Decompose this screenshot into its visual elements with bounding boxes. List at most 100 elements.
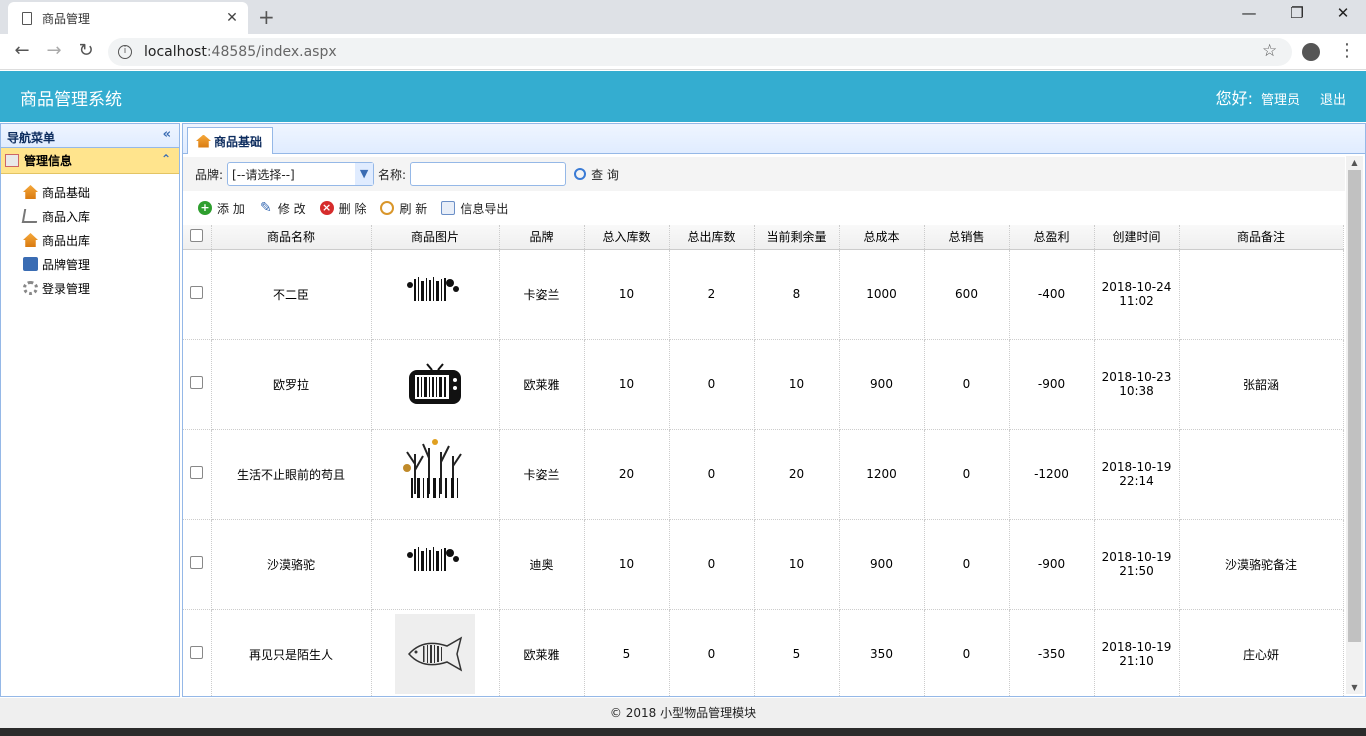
column-header[interactable]: 总盈利 [1009,225,1095,250]
column-header[interactable]: 总出库数 [669,225,755,250]
calendar-icon [5,154,19,167]
created-time: 11:02 [1119,294,1154,308]
column-header[interactable]: 总销售 [924,225,1010,250]
created-time: 10:38 [1119,384,1154,398]
in-cell: 10 [584,249,670,340]
home-icon [196,134,211,148]
info-icon[interactable]: i [118,45,132,59]
remain-cell: 10 [754,339,840,430]
row-checkbox[interactable] [190,466,204,479]
search-icon [574,168,587,180]
url-text: localhost:48585/index.aspx [144,44,337,60]
column-header[interactable]: 总成本 [839,225,925,250]
bookmark-star-icon[interactable]: ☆ [1262,41,1277,61]
brand-select[interactable]: [--请选择--] ▼ [227,162,375,186]
table-row[interactable]: 再见只是陌生人 欧莱雅 5 0 5 350 0 -350 2018-10-19 2… [183,609,1344,697]
table-row[interactable]: 生活不止眼前的苟且 卡姿兰 20 0 20 1200 0 -1200 2018-… [183,429,1344,520]
goods-name: 沙漠骆驼 [211,519,372,610]
grid-scrollbar[interactable]: ▲ ▼ [1346,156,1363,694]
column-header[interactable]: 当前剩余量 [754,225,840,250]
sidebar-title: 导航菜单 [7,131,56,145]
row-checkbox[interactable] [190,556,204,569]
note-cell: 沙漠骆驼备注 [1179,519,1344,610]
delete-icon: × [319,201,334,215]
sidebar-item-brand[interactable]: 品牌管理 [1,252,179,276]
table-row[interactable]: 不二臣 卡姿兰 10 2 8 1000 600 -400 2018-10-24 1… [183,249,1344,340]
tab-goods-base[interactable]: 商品基础 [187,127,274,154]
sidebar-group-manage[interactable]: 管理信息 ⌃ [1,148,179,174]
export-label: 信息导出 [460,201,509,216]
row-checkbox[interactable] [190,376,204,389]
brand-cell: 欧莱雅 [499,339,585,430]
close-tab-icon[interactable]: ✕ [222,10,242,26]
browser-tab[interactable]: 商品管理 ✕ [8,2,248,34]
cart-icon [21,209,40,223]
sidebar-item-label: 商品出库 [42,233,91,248]
profit-cell: -350 [1009,609,1095,697]
name-input[interactable] [410,162,567,186]
profile-icon[interactable] [1302,43,1320,61]
created-time: 21:50 [1119,564,1154,578]
edit-label: 修 改 [277,201,306,216]
minimize-icon[interactable]: — [1226,4,1272,22]
out-cell: 0 [669,609,755,697]
column-header[interactable]: 总入库数 [584,225,670,250]
new-tab-button[interactable]: + [258,5,275,29]
edit-button[interactable]: ✎ 修 改 [259,200,306,217]
remain-cell: 10 [754,519,840,610]
close-window-icon[interactable]: ✕ [1320,4,1366,22]
column-header[interactable]: 商品名称 [211,225,372,250]
select-all-checkbox[interactable] [190,228,204,242]
logout-link[interactable]: 退出 [1320,89,1346,108]
table-row[interactable]: 沙漠骆驼 迪奥 10 0 10 900 0 -900 2018-10-19 21:… [183,519,1344,610]
forward-icon[interactable]: → [42,40,66,61]
created-cell: 2018-10-23 10:38 [1094,339,1180,430]
sidebar-item-goods-base[interactable]: 商品基础 [1,180,179,204]
scrollbar-thumb[interactable] [1348,170,1361,642]
gear-icon [23,281,38,295]
column-header[interactable]: 商品图片 [371,225,500,250]
select-all-cell[interactable] [183,225,212,250]
row-checkbox[interactable] [190,286,204,299]
row-checkbox[interactable] [190,646,204,659]
document-icon [22,11,32,25]
scroll-down-icon[interactable]: ▼ [1346,683,1363,692]
collapse-sidebar-icon[interactable]: « [163,127,171,142]
sidebar-item-label: 品牌管理 [42,257,91,272]
pencil-icon: ✎ [259,200,272,216]
scroll-up-icon[interactable]: ▲ [1346,158,1363,167]
back-icon[interactable]: ← [10,40,34,61]
delete-button[interactable]: × 删 除 [319,200,367,217]
reload-icon[interactable]: ↻ [74,40,98,61]
collapse-group-icon[interactable]: ⌃ [161,152,171,166]
in-cell: 20 [584,429,670,520]
main-panel: 商品基础 品牌: [--请选择--] ▼ 名称: 查 询 + 添 加 ✎ 修 改… [182,123,1366,697]
column-header[interactable]: 商品备注 [1179,225,1344,250]
barcode-art-image [395,254,475,334]
sidebar-item-goods-in[interactable]: 商品入库 [1,204,179,228]
restore-icon[interactable]: ❐ [1274,4,1320,22]
browser-tabbar: 商品管理 ✕ + — ❐ ✕ [0,0,1366,34]
profit-cell: -900 [1009,519,1095,610]
sidebar-item-goods-out[interactable]: 商品出库 [1,228,179,252]
action-bar: + 添 加 ✎ 修 改 × 删 除 刷 新 信息导出 [183,192,1345,224]
note-cell: 庄心妍 [1179,609,1344,697]
column-header[interactable]: 品牌 [499,225,585,250]
browser-tab-title: 商品管理 [42,11,91,26]
remain-cell: 5 [754,609,840,697]
export-button[interactable]: 信息导出 [441,200,508,217]
remain-cell: 20 [754,429,840,520]
refresh-button[interactable]: 刷 新 [380,200,427,217]
out-cell: 0 [669,429,755,520]
sidebar-item-login[interactable]: 登录管理 [1,276,179,300]
brand-cell: 欧莱雅 [499,609,585,697]
table-row[interactable]: 欧罗拉 欧莱雅 10 0 10 900 0 -900 2018-10-23 10:… [183,339,1344,430]
url-input[interactable]: i localhost:48585/index.aspx [108,38,1292,66]
menu-kebab-icon[interactable]: ⋮ [1338,40,1356,61]
column-header[interactable]: 创建时间 [1094,225,1180,250]
add-button[interactable]: + 添 加 [198,200,245,217]
search-button[interactable]: 查 询 [574,166,619,183]
goods-name: 再见只是陌生人 [211,609,372,697]
add-icon: + [198,201,212,215]
delete-label: 删 除 [338,201,367,216]
